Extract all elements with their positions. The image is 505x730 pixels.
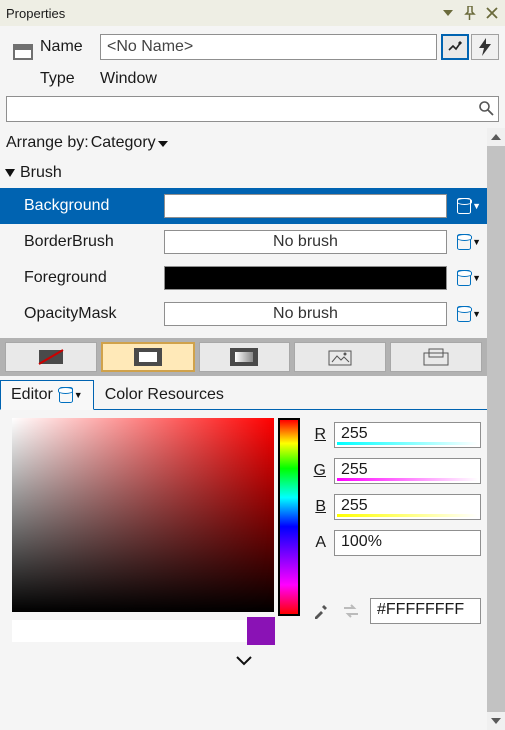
arrange-by-value: Category (91, 134, 156, 152)
object-header: Name Type Window (0, 26, 505, 92)
name-input[interactable] (100, 34, 437, 60)
chevron-down-icon: ▼ (472, 237, 481, 247)
previous-color-swatch[interactable] (247, 617, 275, 645)
current-color-strip[interactable] (12, 620, 274, 642)
brush-type-visual[interactable] (390, 342, 482, 372)
eyedropper-button[interactable] (310, 600, 332, 622)
type-label: Type (40, 70, 100, 88)
hex-input[interactable]: #FFFFFFFF (370, 598, 481, 624)
brush-type-gradient[interactable] (199, 342, 291, 372)
brush-row-background[interactable]: Background ▼ (0, 188, 487, 224)
channel-input-b[interactable]: 255 (334, 494, 481, 520)
chevron-down-icon: ▼ (74, 390, 83, 400)
brush-label: Foreground (24, 269, 164, 287)
brush-type-solid[interactable] (101, 342, 195, 372)
properties-view-button[interactable] (441, 34, 469, 60)
name-label: Name (40, 38, 100, 56)
tab-label: Color Resources (105, 386, 224, 404)
arrange-by-row[interactable]: Arrange by: Category (0, 128, 487, 158)
vertical-scrollbar[interactable] (487, 128, 505, 730)
property-marker[interactable]: ▼ (453, 270, 481, 286)
channel-input-r[interactable]: 255 (334, 422, 481, 448)
brush-row-foreground[interactable]: Foreground ▼ (0, 260, 487, 296)
brush-swatch[interactable]: No brush (164, 230, 447, 254)
brush-row-borderbrush[interactable]: BorderBrush No brush ▼ (0, 224, 487, 260)
channel-label-b: B (310, 498, 326, 516)
property-marker[interactable]: ▼ (453, 198, 481, 214)
property-marker[interactable]: ▼ (453, 234, 481, 250)
category-header-brush[interactable]: Brush (0, 158, 487, 186)
swap-colors-button[interactable] (340, 600, 362, 622)
brush-type-tile[interactable] (294, 342, 386, 372)
panel-titlebar: Properties (0, 0, 505, 26)
chevron-down-icon: ▼ (472, 273, 481, 283)
brush-label: Background (24, 197, 164, 215)
property-marker[interactable]: ▼ (453, 306, 481, 322)
hue-slider-frame (278, 418, 300, 616)
channel-label-g: G (310, 462, 326, 480)
expander-expanded-icon (5, 169, 15, 177)
database-icon (457, 198, 471, 214)
brush-swatch[interactable]: No brush (164, 302, 447, 326)
brush-row-opacitymask[interactable]: OpacityMask No brush ▼ (0, 296, 487, 332)
panel-menu-button[interactable] (437, 3, 459, 23)
type-value: Window (100, 70, 437, 88)
chevron-down-icon: ▼ (472, 309, 481, 319)
scroll-thumb[interactable] (487, 146, 505, 712)
hue-slider[interactable] (280, 420, 298, 614)
panel-title: Properties (6, 6, 437, 21)
tab-marker[interactable]: ▼ (59, 387, 83, 403)
brush-label: OpacityMask (24, 305, 164, 323)
search-input[interactable] (13, 97, 478, 121)
arrange-by-label: Arrange by: (6, 134, 89, 152)
tab-label: Editor (11, 386, 53, 404)
database-icon (457, 234, 471, 250)
editor-tabs: Editor ▼ Color Resources (0, 376, 487, 410)
channel-input-a[interactable]: 100% (334, 530, 481, 556)
color-editor: R 255 G 255 B 255 A 100% (0, 410, 487, 650)
chevron-down-icon (158, 134, 168, 152)
pin-icon[interactable] (459, 3, 481, 23)
database-icon (457, 270, 471, 286)
search-row (0, 92, 505, 128)
color-saturation-field[interactable] (12, 418, 274, 612)
search-icon (478, 100, 494, 119)
rgba-inputs: R 255 G 255 B 255 A 100% (310, 418, 481, 642)
search-box[interactable] (6, 96, 499, 122)
scroll-down-icon[interactable] (487, 712, 505, 730)
brush-swatch[interactable] (164, 194, 447, 218)
brush-type-none[interactable] (5, 342, 97, 372)
tab-editor[interactable]: Editor ▼ (0, 380, 94, 410)
object-type-icon (6, 34, 40, 84)
scroll-up-icon[interactable] (487, 128, 505, 146)
database-icon (59, 387, 73, 403)
chevron-down-icon: ▼ (472, 201, 481, 211)
close-icon[interactable] (481, 3, 503, 23)
tab-color-resources[interactable]: Color Resources (94, 380, 235, 410)
channel-input-g[interactable]: 255 (334, 458, 481, 484)
events-view-button[interactable] (471, 34, 499, 60)
category-name: Brush (20, 164, 62, 182)
brush-property-list: Background ▼ BorderBrush No brush ▼ Fore… (0, 186, 487, 338)
brush-swatch[interactable] (164, 266, 447, 290)
expand-editor-chevron[interactable] (0, 650, 487, 672)
brush-type-bar (0, 338, 487, 376)
brush-label: BorderBrush (24, 233, 164, 251)
database-icon (457, 306, 471, 322)
channel-label-a: A (310, 534, 326, 552)
channel-label-r: R (310, 426, 326, 444)
